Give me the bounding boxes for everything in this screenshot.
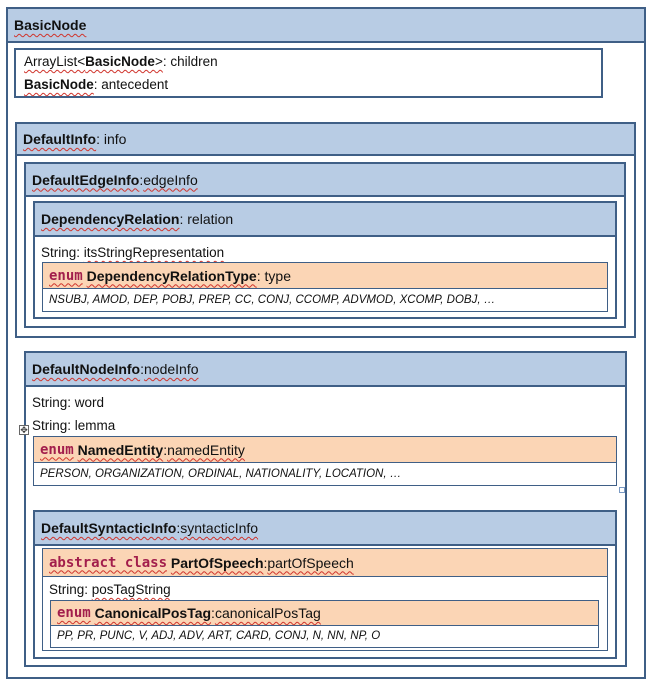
dependency-relation-type-enum-box: enum DependencyRelationType: type NSUBJ,… bbox=[42, 262, 608, 312]
default-edge-info-header: DefaultEdgeInfo: edgeInfo bbox=[26, 164, 624, 197]
named-entity-header: enum NamedEntity: namedEntity bbox=[34, 437, 616, 463]
named-entity-enum-box: enum NamedEntity: namedEntity PERSON, OR… bbox=[33, 436, 617, 486]
table-move-handle-icon[interactable]: ✥ bbox=[19, 425, 29, 435]
default-syntactic-info-header: DefaultSyntacticInfo: syntacticInfo bbox=[35, 512, 615, 546]
string-representation-line: String: itsStringRepresentation bbox=[41, 245, 225, 260]
antecedent-field-line: BasicNode: antecedent bbox=[24, 77, 169, 92]
dependency-relation-type-values: NSUBJ, AMOD, DEP, POBJ, PREP, CC, CONJ, … bbox=[49, 294, 496, 306]
children-field-line: ArrayList<BasicNode>: children bbox=[24, 54, 218, 69]
part-of-speech-header: abstract class PartOfSpeech: partOfSpeec… bbox=[43, 549, 607, 577]
lemma-field-line: String: lemma bbox=[32, 418, 116, 433]
named-entity-values: PERSON, ORGANIZATION, ORDINAL, NATIONALI… bbox=[40, 468, 402, 480]
default-info-header: DefaultInfo: info bbox=[17, 124, 634, 156]
basic-node-header: BasicNode bbox=[8, 9, 644, 43]
basic-node-fields-box: ArrayList<BasicNode>: children BasicNode… bbox=[14, 48, 603, 98]
canonical-pos-tag-values: PP, PR, PUNC, V, ADJ, ADV, ART, CARD, CO… bbox=[57, 630, 381, 642]
dependency-relation-header: DependencyRelation: relation bbox=[35, 203, 615, 237]
default-node-info-header: DefaultNodeInfo: nodeInfo bbox=[26, 353, 625, 387]
basic-node-title: BasicNode bbox=[14, 17, 87, 33]
table-resize-handle-icon[interactable] bbox=[619, 487, 625, 493]
canonical-pos-tag-enum-box: enum CanonicalPosTag: canonicalPosTag PP… bbox=[50, 600, 599, 648]
pos-tag-string-line: String: posTagString bbox=[49, 582, 171, 597]
dependency-relation-type-header: enum DependencyRelationType: type bbox=[43, 263, 607, 289]
canonical-pos-tag-header: enum CanonicalPosTag: canonicalPosTag bbox=[51, 601, 598, 626]
word-field-line: String: word bbox=[32, 395, 105, 410]
